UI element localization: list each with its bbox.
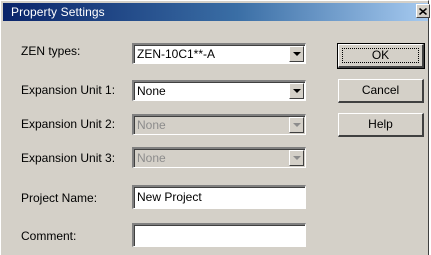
expansion-unit-1-label: Expansion Unit 1: (21, 83, 116, 97)
help-button-label: Help (368, 117, 393, 131)
chevron-down-icon (292, 156, 301, 160)
zen-types-select[interactable]: ZEN-10C1**-A (132, 43, 306, 64)
expansion-unit-1-select[interactable]: None (132, 80, 306, 101)
project-name-label: Project Name: (21, 191, 98, 205)
chevron-down-icon (292, 52, 301, 56)
ok-button[interactable]: OK (337, 43, 425, 69)
expansion-unit-2-dropdown-button (289, 117, 304, 133)
comment-label: Comment: (21, 229, 77, 243)
close-icon (419, 7, 427, 15)
expansion-unit-3-dropdown-button (289, 150, 304, 166)
zen-types-value: ZEN-10C1**-A (137, 47, 216, 61)
property-settings-dialog: Property Settings ZEN types: ZEN-10C1**-… (0, 0, 430, 255)
chevron-down-icon (292, 89, 301, 93)
zen-types-label: ZEN types: (21, 44, 81, 58)
close-button[interactable] (416, 4, 430, 18)
expansion-unit-2-value: None (137, 118, 166, 132)
expansion-unit-3-value: None (137, 151, 166, 165)
title-bar[interactable]: Property Settings (3, 3, 430, 21)
cancel-button-label: Cancel (361, 83, 400, 97)
cancel-button[interactable]: Cancel (338, 79, 424, 103)
expansion-unit-3-select: None (132, 147, 306, 168)
expansion-unit-1-dropdown-button[interactable] (289, 83, 304, 99)
help-button[interactable]: Help (338, 113, 424, 137)
expansion-unit-3-label: Expansion Unit 3: (21, 151, 116, 165)
comment-field[interactable] (132, 223, 306, 247)
expansion-unit-2-select: None (132, 114, 306, 135)
chevron-down-icon (292, 123, 301, 127)
focus-rect (342, 48, 419, 63)
expansion-unit-1-value: None (137, 84, 166, 98)
project-name-value: New Project (137, 190, 202, 204)
window-title: Property Settings (11, 5, 105, 19)
zen-types-dropdown-button[interactable] (289, 46, 304, 62)
expansion-unit-2-label: Expansion Unit 2: (21, 117, 116, 131)
project-name-field[interactable]: New Project (132, 185, 306, 209)
